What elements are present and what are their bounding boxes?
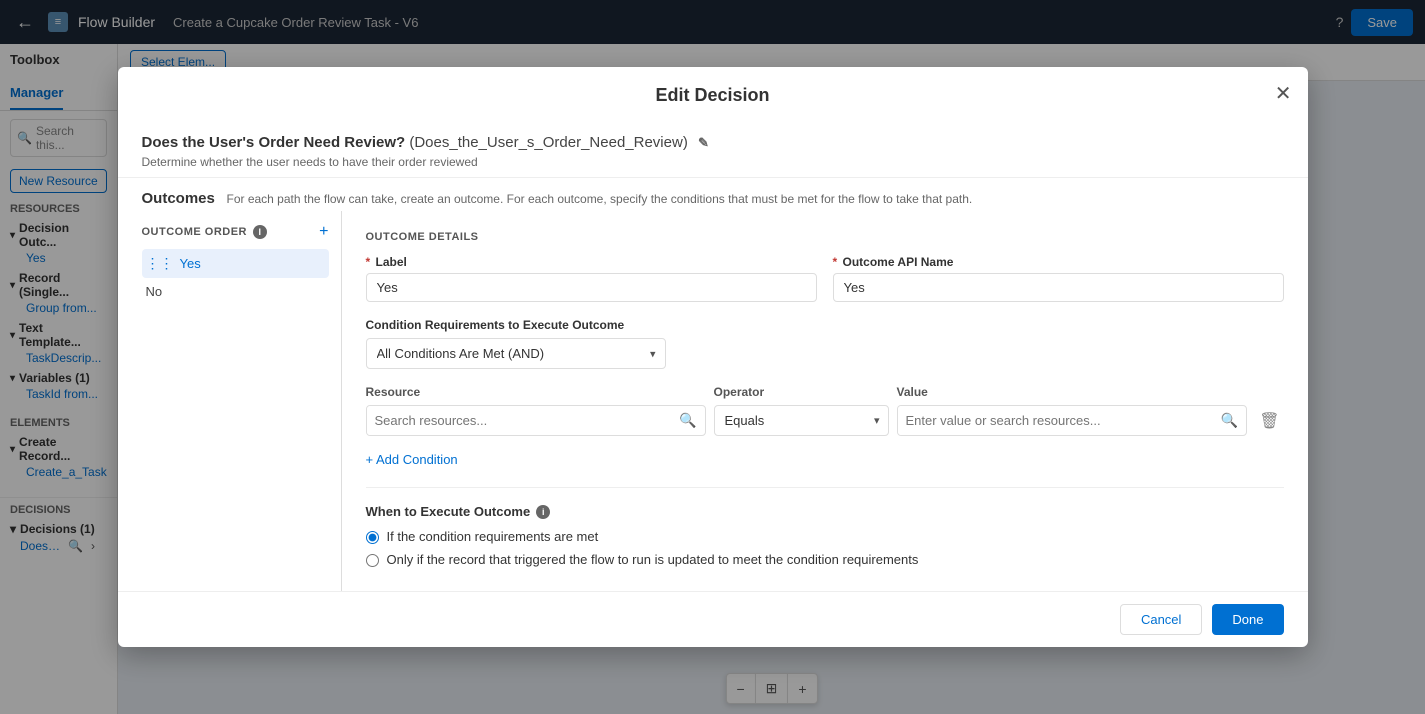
label-field: * Label	[366, 255, 817, 302]
outcomes-title: Outcomes	[142, 190, 215, 207]
modal-header: Edit Decision ✕	[118, 67, 1308, 118]
edit-decision-modal: Edit Decision ✕ Does the User's Order Ne…	[118, 67, 1308, 647]
outcome-order-panel: OUTCOME ORDER i + ⋮⋮ Yes No	[142, 211, 342, 591]
decision-name-text: Does the User's Order Need Review?	[142, 134, 406, 151]
when-execute-info-icon: i	[536, 505, 550, 519]
modal-overlay[interactable]: Edit Decision ✕ Does the User's Order Ne…	[0, 0, 1425, 714]
radio-condition-met[interactable]	[366, 531, 379, 544]
outcome-item-no[interactable]: No	[142, 278, 329, 305]
outcomes-header-row: Outcomes For each path the flow can take…	[118, 178, 1308, 211]
value-input-wrapper: 🔍	[897, 405, 1248, 436]
radio-label-updated-to-meet: Only if the record that triggered the fl…	[387, 552, 919, 567]
form-row-label-api: * Label * Outcome API Name	[366, 255, 1284, 302]
outcomes-layout: OUTCOME ORDER i + ⋮⋮ Yes No OUTCOME DETA…	[118, 211, 1308, 591]
api-name-field-label: * Outcome API Name	[833, 255, 1284, 269]
radio-label-condition-met: If the condition requirements are met	[387, 529, 599, 544]
radio-option-2: Only if the record that triggered the fl…	[366, 552, 1284, 567]
operator-select-wrapper: Equals Not Equal To Greater Than Less Th…	[714, 405, 889, 436]
api-name-input[interactable]	[833, 273, 1284, 302]
outcome-details-title: OUTCOME DETAILS	[366, 219, 1284, 255]
radio-option-1: If the condition requirements are met	[366, 529, 1284, 544]
add-outcome-button[interactable]: +	[319, 223, 328, 241]
label-required-star: *	[366, 255, 371, 269]
label-field-label: * Label	[366, 255, 817, 269]
outcome-yes-label: Yes	[180, 256, 201, 271]
decision-description: Determine whether the user needs to have…	[142, 155, 1284, 169]
condition-req-label: Condition Requirements to Execute Outcom…	[366, 318, 1284, 332]
api-name-field: * Outcome API Name	[833, 255, 1284, 302]
decision-api-name: (Does_the_User_s_Order_Need_Review)	[409, 134, 687, 151]
decision-title-area: Does the User's Order Need Review? (Does…	[118, 118, 1308, 178]
cancel-button[interactable]: Cancel	[1120, 604, 1202, 635]
delete-condition-button[interactable]: 🗑	[1255, 407, 1283, 435]
modal-body: Does the User's Order Need Review? (Does…	[118, 118, 1308, 591]
resource-input[interactable]	[367, 406, 672, 435]
resource-search-button[interactable]: 🔍	[671, 406, 704, 435]
modal-title: Edit Decision	[655, 85, 769, 105]
outcome-details-panel: OUTCOME DETAILS * Label *	[342, 211, 1284, 591]
condition-req-select-wrapper: All Conditions Are Met (AND) Any Conditi…	[366, 338, 666, 369]
edit-name-icon[interactable]: ✎	[698, 135, 709, 151]
add-condition-button[interactable]: + Add Condition	[366, 448, 458, 471]
condition-row-1: 🔍 Equals Not Equal To Greater Than Less …	[366, 405, 1284, 436]
modal-close-button[interactable]: ✕	[1275, 81, 1292, 106]
condition-req-select[interactable]: All Conditions Are Met (AND) Any Conditi…	[366, 338, 666, 369]
done-button[interactable]: Done	[1212, 604, 1283, 635]
condition-header-row: Resource Operator Value	[366, 385, 1284, 399]
resource-input-wrapper: 🔍	[366, 405, 706, 436]
value-input[interactable]	[898, 406, 1213, 435]
outcomes-description: For each path the flow can take, create …	[226, 192, 972, 206]
when-execute-label: When to Execute Outcome i	[366, 504, 1284, 519]
outcome-order-info-icon: i	[253, 225, 267, 239]
radio-updated-to-meet[interactable]	[366, 554, 379, 567]
outcome-order-header: OUTCOME ORDER i +	[142, 211, 329, 249]
operator-select[interactable]: Equals Not Equal To Greater Than Less Th…	[715, 406, 888, 435]
decision-name: Does the User's Order Need Review? (Does…	[142, 134, 1284, 151]
resource-col-header: Resource	[366, 385, 706, 399]
modal-footer: Cancel Done	[118, 591, 1308, 647]
outcome-no-label: No	[146, 284, 163, 299]
drag-handle-yes: ⋮⋮	[146, 255, 174, 272]
when-execute-section: When to Execute Outcome i If the conditi…	[366, 504, 1284, 567]
section-divider	[366, 487, 1284, 488]
label-input[interactable]	[366, 273, 817, 302]
operator-col-header: Operator	[714, 385, 889, 399]
outcome-item-yes[interactable]: ⋮⋮ Yes	[142, 249, 329, 278]
api-name-required-star: *	[833, 255, 838, 269]
value-col-header: Value	[897, 385, 1284, 399]
value-search-button[interactable]: 🔍	[1213, 406, 1246, 435]
outcome-order-label: OUTCOME ORDER	[142, 226, 248, 238]
